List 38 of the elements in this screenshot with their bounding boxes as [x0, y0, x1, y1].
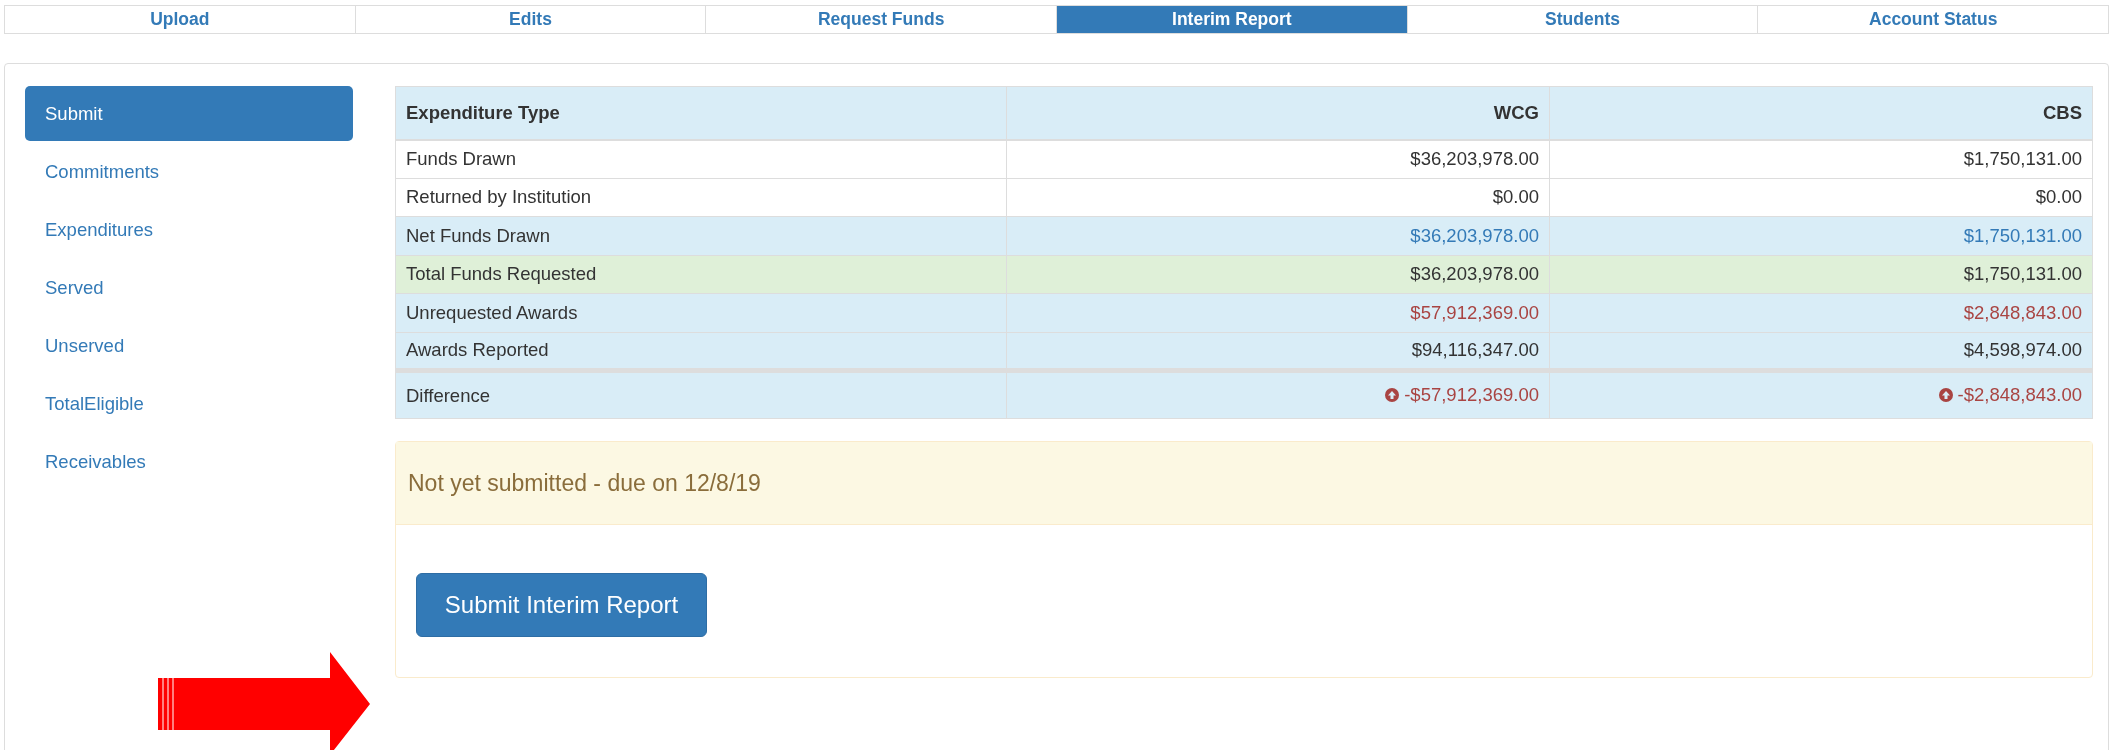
column-header: Expenditure Type: [395, 86, 1007, 140]
table-cell: $57,912,369.00: [1006, 293, 1550, 332]
sidebar-item[interactable]: Receivables: [25, 434, 353, 489]
status-message: Not yet submitted - due on 12/8/19: [408, 468, 761, 498]
table-cell: $36,203,978.00: [1006, 139, 1550, 178]
nav-tab[interactable]: Upload: [5, 6, 355, 33]
table-cell: Net Funds Drawn: [395, 216, 1007, 255]
table-cell: $36,203,978.00: [1006, 216, 1550, 255]
up-arrow-circle-icon: [1938, 388, 1953, 403]
table-cell: Difference: [395, 370, 1007, 419]
sidebar-item[interactable]: Submit: [25, 86, 353, 141]
nav-tab[interactable]: Account Status: [1757, 6, 2109, 33]
nav-tab[interactable]: Students: [1406, 6, 1758, 33]
table-cell: Total Funds Requested: [395, 255, 1007, 294]
nav-tab[interactable]: Interim Report: [1056, 6, 1407, 33]
sidebar-item[interactable]: Unserved: [25, 318, 353, 373]
table-cell: $2,848,843.00: [1549, 293, 2093, 332]
submit-interim-report-button[interactable]: Submit Interim Report: [416, 573, 707, 637]
table-cell: $36,203,978.00: [1006, 255, 1550, 294]
sidebar-item[interactable]: Commitments: [25, 144, 353, 199]
up-arrow-circle-icon: [1385, 388, 1400, 403]
table-cell-text: -$57,912,369.00: [1404, 383, 1539, 408]
table-cell: $1,750,131.00: [1549, 216, 2093, 255]
table-cell: $0.00: [1006, 178, 1550, 217]
nav-tab[interactable]: Edits: [354, 6, 706, 33]
table-cell: $0.00: [1549, 178, 2093, 217]
table-cell-text: -$2,848,843.00: [1957, 383, 2082, 408]
table-cell: Returned by Institution: [395, 178, 1007, 217]
column-header: CBS: [1549, 86, 2093, 140]
table-cell: $1,750,131.00: [1549, 139, 2093, 178]
column-header: WCG: [1006, 86, 1550, 140]
table-cell: $1,750,131.00: [1549, 255, 2093, 294]
sidebar-item[interactable]: TotalEligible: [25, 376, 353, 431]
sidebar-item[interactable]: Expenditures: [25, 202, 353, 257]
table-cell: Awards Reported: [395, 332, 1007, 371]
table-cell: Unrequested Awards: [395, 293, 1007, 332]
table-cell: Funds Drawn: [395, 139, 1007, 178]
sidebar-item[interactable]: Served: [25, 260, 353, 315]
